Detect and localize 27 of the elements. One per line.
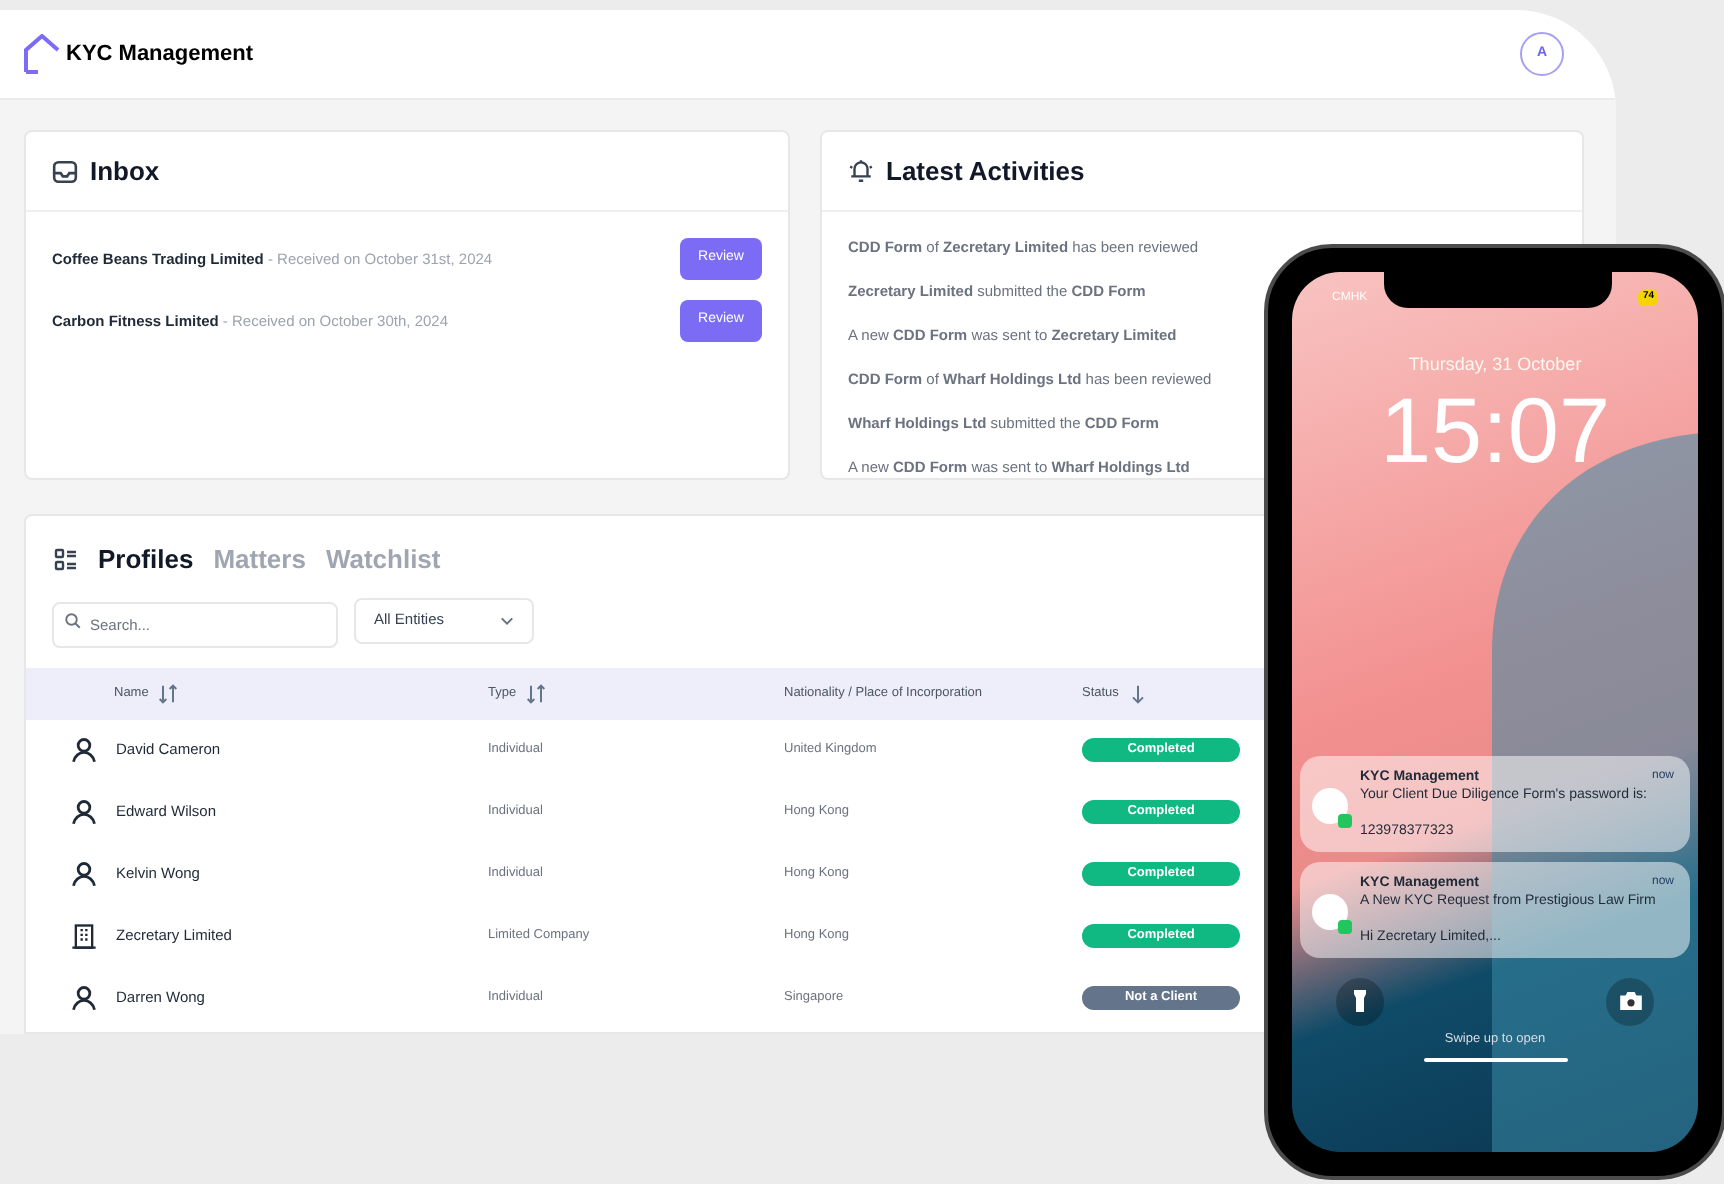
sort-down-icon[interactable] [1128, 683, 1149, 703]
flashlight-button[interactable] [1336, 977, 1384, 1025]
sort-icon[interactable] [526, 683, 547, 703]
inbox-title: Inbox [90, 153, 160, 190]
list-icon [54, 547, 78, 572]
app-logo-icon [1312, 787, 1348, 823]
home-indicator [1423, 1058, 1567, 1063]
app-title: KYC Management [66, 39, 254, 70]
inbox-icon [52, 159, 78, 183]
lock-time: 15:07 [1379, 379, 1611, 479]
person-icon [70, 984, 98, 1012]
person-icon [70, 736, 98, 764]
search-icon [64, 611, 82, 629]
bell-icon [848, 158, 874, 184]
chevron-down-icon [500, 615, 514, 625]
activities-title: Latest Activities [886, 153, 1085, 190]
app-logo-icon [1312, 893, 1348, 929]
flashlight-icon [1354, 990, 1366, 1012]
lock-date: Thursday, 31 October [1408, 352, 1582, 378]
profiles-tab[interactable]: Profiles [98, 540, 194, 579]
camera-icon [1619, 992, 1641, 1010]
building-icon [70, 922, 98, 950]
person-icon [70, 860, 98, 888]
sort-icon[interactable] [158, 683, 179, 703]
person-icon [70, 798, 98, 826]
house-logo-icon [24, 34, 60, 74]
camera-button[interactable] [1606, 977, 1654, 1025]
